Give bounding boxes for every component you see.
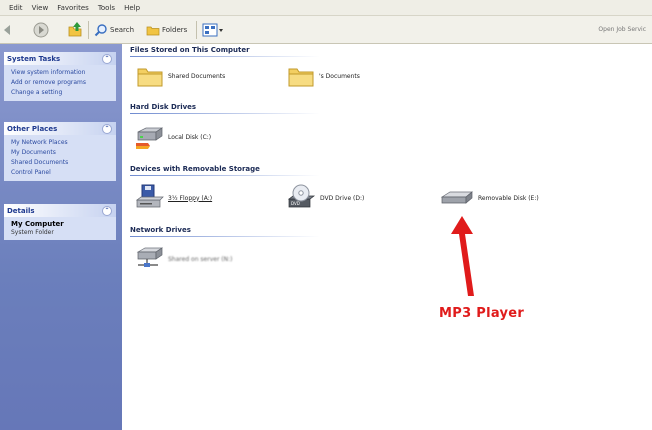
- hard-disk-icon: [136, 127, 164, 149]
- folder-icon: [137, 68, 163, 87]
- place-my-documents[interactable]: My Documents: [11, 148, 111, 158]
- item-label: Local Disk (C:): [168, 133, 212, 141]
- address-text: Open Job Servic: [598, 26, 646, 33]
- removable-disk-icon: [440, 191, 473, 204]
- item-label: Shared on server (N:): [168, 255, 233, 263]
- group-hard-disks-header: Hard Disk Drives: [130, 103, 197, 111]
- other-places-header[interactable]: Other Places ⌃: [4, 122, 116, 135]
- forward-button[interactable]: [32, 16, 50, 43]
- group-divider: [130, 113, 320, 114]
- collapse-icon[interactable]: ⌃: [102, 124, 112, 134]
- dvd-drive-item[interactable]: DVD DVD Drive (D:): [286, 184, 364, 212]
- place-my-network-places[interactable]: My Network Places: [11, 138, 111, 148]
- item-label: Shared Documents: [168, 72, 226, 80]
- details-title: Details: [7, 206, 35, 215]
- system-tasks-header[interactable]: System Tasks ⌃: [4, 52, 116, 65]
- arrow-icon: [451, 216, 474, 296]
- back-button[interactable]: [2, 16, 16, 43]
- shared-documents-item[interactable]: Shared Documents: [136, 64, 225, 88]
- details-header[interactable]: Details ⌃: [4, 204, 116, 217]
- floppy-icon: [135, 184, 164, 208]
- up-button[interactable]: [66, 16, 84, 43]
- floppy-drive-item[interactable]: 3½ Floppy (A:): [134, 184, 212, 212]
- folder-icon: [288, 68, 314, 87]
- group-divider: [130, 56, 320, 57]
- group-divider: [130, 175, 320, 176]
- other-places-title: Other Places: [7, 124, 58, 133]
- menu-favorites[interactable]: Favorites: [57, 4, 89, 12]
- search-icon: [94, 23, 107, 36]
- menu-tools[interactable]: Tools: [98, 4, 115, 12]
- folders-icon: [146, 26, 160, 35]
- item-label: 's Documents: [319, 72, 360, 80]
- place-shared-documents[interactable]: Shared Documents: [11, 158, 111, 168]
- annotation-label: MP3 Player: [439, 306, 525, 321]
- dvd-drive-icon: DVD: [287, 184, 316, 208]
- forward-icon: [33, 22, 49, 37]
- views-icon: [202, 23, 223, 36]
- user-documents-item[interactable]: 's Documents: [287, 64, 360, 88]
- network-drive-icon: [136, 247, 164, 267]
- search-label: Search: [110, 25, 135, 34]
- folders-label: Folders: [162, 25, 188, 34]
- collapse-icon[interactable]: ⌃: [102, 54, 112, 64]
- up-icon: [68, 21, 82, 36]
- menu-edit[interactable]: Edit: [9, 4, 23, 12]
- details-type: System Folder: [11, 229, 54, 236]
- svg-text:DVD: DVD: [291, 201, 300, 206]
- views-button[interactable]: [202, 16, 224, 43]
- toolbar: Search Folders Open Job Servic: [0, 16, 652, 44]
- task-add-remove-programs[interactable]: Add or remove programs: [11, 78, 111, 88]
- network-drive-item[interactable]: Shared on server (N:): [134, 246, 233, 272]
- task-pane: System Tasks ⌃ View system information A…: [0, 44, 122, 430]
- place-control-panel[interactable]: Control Panel: [11, 168, 111, 178]
- group-network-header: Network Drives: [130, 226, 191, 234]
- system-tasks-panel: System Tasks ⌃ View system information A…: [4, 52, 116, 101]
- system-tasks-title: System Tasks: [7, 54, 61, 63]
- menu-view[interactable]: View: [32, 4, 49, 12]
- folders-button[interactable]: Folders: [146, 16, 187, 43]
- task-view-system-info[interactable]: View system information: [11, 68, 111, 78]
- group-divider: [130, 236, 320, 237]
- menu-help[interactable]: Help: [124, 4, 140, 12]
- details-panel: Details ⌃ My Computer System Folder: [4, 204, 116, 240]
- details-name: My Computer: [11, 220, 64, 228]
- collapse-icon[interactable]: ⌃: [102, 206, 112, 216]
- menu-bar: Edit View Favorites Tools Help: [0, 0, 652, 16]
- local-disk-item[interactable]: Local Disk (C:): [134, 124, 211, 150]
- item-label: Removable Disk (E:): [478, 194, 539, 202]
- item-label: 3½ Floppy (A:): [168, 194, 213, 202]
- task-change-setting[interactable]: Change a setting: [11, 88, 111, 98]
- removable-disk-item[interactable]: Removable Disk (E:): [440, 189, 539, 207]
- search-button[interactable]: Search: [94, 16, 134, 43]
- group-removable-header: Devices with Removable Storage: [130, 165, 260, 173]
- item-label: DVD Drive (D:): [320, 194, 365, 202]
- back-icon: [4, 24, 10, 35]
- other-places-panel: Other Places ⌃ My Network Places My Docu…: [4, 122, 116, 181]
- group-files-header: Files Stored on This Computer: [130, 46, 250, 54]
